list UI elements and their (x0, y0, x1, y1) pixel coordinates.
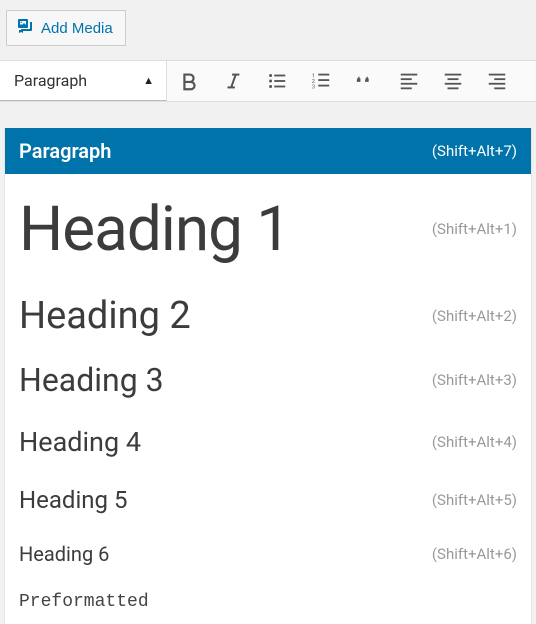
editor-header: Add Media (0, 0, 536, 60)
format-option-heading-5[interactable]: Heading 5 (Shift+Alt+5) (5, 472, 531, 528)
align-center-button[interactable] (431, 60, 475, 102)
format-option-label: Heading 4 (19, 426, 141, 458)
toolbar-buttons: 123 (167, 61, 519, 101)
format-option-heading-3[interactable]: Heading 3 (Shift+Alt+3) (5, 348, 531, 412)
format-option-label: Preformatted (19, 592, 149, 612)
format-option-label: Heading 1 (19, 193, 290, 266)
format-option-label: Heading 2 (19, 294, 191, 338)
italic-button[interactable] (211, 60, 255, 102)
format-option-paragraph[interactable]: Paragraph (Shift+Alt+7) (5, 128, 531, 174)
align-right-button[interactable] (475, 60, 519, 102)
editor-toolbar: Paragraph ▲ 123 (0, 60, 536, 102)
add-media-button[interactable]: Add Media (6, 10, 126, 46)
format-option-label: Heading 6 (19, 542, 109, 566)
format-option-shortcut: (Shift+Alt+3) (432, 371, 517, 389)
format-option-label: Heading 5 (19, 486, 127, 514)
format-option-heading-2[interactable]: Heading 2 (Shift+Alt+2) (5, 284, 531, 348)
format-option-shortcut: (Shift+Alt+1) (432, 220, 517, 238)
format-option-label: Paragraph (19, 139, 111, 163)
format-option-shortcut: (Shift+Alt+6) (432, 545, 517, 563)
bold-button[interactable] (167, 60, 211, 102)
media-icon (15, 16, 35, 40)
format-option-heading-4[interactable]: Heading 4 (Shift+Alt+4) (5, 412, 531, 472)
format-select-value: Paragraph (14, 71, 87, 90)
align-left-button[interactable] (387, 60, 431, 102)
format-option-shortcut: (Shift+Alt+2) (432, 307, 517, 325)
format-option-label: Heading 3 (19, 361, 164, 399)
bullet-list-button[interactable] (255, 60, 299, 102)
numbered-list-button[interactable]: 123 (299, 60, 343, 102)
blockquote-button[interactable] (343, 60, 387, 102)
chevron-up-icon: ▲ (143, 74, 154, 87)
format-option-shortcut: (Shift+Alt+5) (432, 491, 517, 509)
format-select[interactable]: Paragraph ▲ (0, 61, 167, 101)
format-option-preformatted[interactable]: Preformatted (5, 580, 531, 624)
format-option-heading-1[interactable]: Heading 1 (Shift+Alt+1) (5, 174, 531, 284)
format-dropdown: Paragraph (Shift+Alt+7) Heading 1 (Shift… (4, 128, 532, 624)
format-option-shortcut: (Shift+Alt+7) (432, 142, 517, 160)
svg-text:3: 3 (312, 84, 315, 90)
format-option-shortcut: (Shift+Alt+4) (432, 433, 517, 451)
add-media-label: Add Media (41, 20, 113, 37)
format-option-heading-6[interactable]: Heading 6 (Shift+Alt+6) (5, 528, 531, 580)
